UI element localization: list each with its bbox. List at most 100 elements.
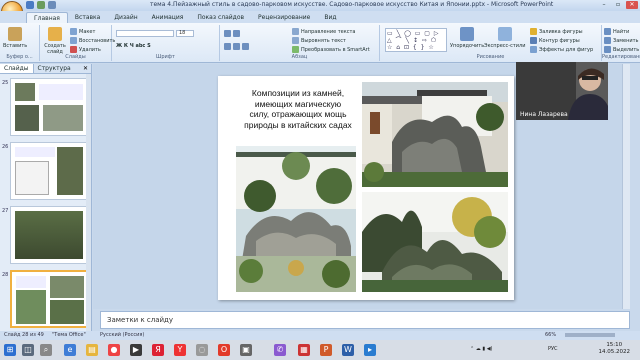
layout-button[interactable]: Макет [70, 28, 95, 35]
replace-button[interactable]: Заменить [604, 37, 639, 44]
zoom-level[interactable]: 66% [545, 332, 556, 338]
tab-design[interactable]: Дизайн [107, 12, 144, 23]
close-button[interactable]: ✕ [626, 1, 638, 9]
photo-rock-courtyard[interactable] [362, 82, 508, 187]
rock-garden-image [362, 192, 508, 292]
title-bar: тема 4.Пейзажный стиль в садово-парковом… [0, 0, 640, 23]
shapes-gallery[interactable]: ▭ ╲ ◯ ▭ ▢ ▷ △ ⌒ ╲ ↕ ⇨ ⬠ ☆ ⌂ ⊡ { } ☆ [385, 28, 447, 52]
tray-icons[interactable]: ⌃ ☁ ▮ ◀) [470, 346, 493, 352]
reset-icon [70, 37, 77, 44]
windows-start-icon[interactable]: ⊞ [4, 344, 16, 356]
font-name-field[interactable] [116, 30, 174, 37]
main-scrollbar[interactable] [622, 64, 630, 309]
bold-button[interactable]: Ж К Ч abc S [116, 43, 151, 49]
app-icon-2[interactable]: ▣ [240, 344, 252, 356]
task-view-icon[interactable]: ◫ [22, 344, 34, 356]
close-icon[interactable]: ✕ [80, 64, 91, 73]
cursor-icon [604, 46, 611, 53]
window-title: тема 4.Пейзажный стиль в садово-парковом… [150, 1, 554, 8]
video-call-tile[interactable]: Нина Лазарева [516, 62, 608, 120]
tab-outline[interactable]: Структура [34, 64, 75, 73]
yandex-icon[interactable]: Я [152, 344, 164, 356]
panel-scrollbar[interactable] [86, 74, 91, 331]
window-controls: – ▫ ✕ [598, 1, 638, 9]
find-button[interactable]: Найти [604, 28, 629, 35]
quick-styles-button[interactable]: Экспресс-стили [484, 27, 525, 49]
app-icon-3[interactable]: ▦ [298, 344, 310, 356]
slide-thumbnail-25[interactable] [10, 78, 88, 136]
slide-thumbnail-27[interactable] [10, 206, 88, 264]
replace-icon [604, 37, 611, 44]
opera-icon[interactable]: O [218, 344, 230, 356]
group-font: 18 Ж К Ч abc S Шрифт [112, 25, 220, 61]
garden-wall-image [236, 146, 356, 292]
align-text-button[interactable]: Выровнять текст [292, 37, 346, 44]
tab-insert[interactable]: Вставка [68, 12, 107, 23]
reset-button[interactable]: Восстановить [70, 37, 115, 44]
align-left-icon [224, 43, 231, 50]
tab-slides[interactable]: Слайды [0, 64, 34, 73]
shape-outline-button[interactable]: Контур фигуры [530, 37, 580, 44]
media-icon[interactable]: ▶ [130, 344, 142, 356]
taskbar: ⊞ ◫ ⌕ e ▤ ● ▶ Я Y ◌ O ▣ ✆ ▦ P W ▸ ⌃ ☁ ▮ … [0, 340, 640, 360]
word-icon[interactable]: W [342, 344, 354, 356]
group-slides: Создать слайд Макет Восстановить Удалить… [40, 25, 115, 61]
bullets-icon [224, 30, 231, 37]
align-buttons[interactable] [224, 43, 249, 50]
photo-rock-garden[interactable] [362, 192, 508, 292]
search-icon[interactable]: ⌕ [40, 344, 52, 356]
new-slide-button[interactable]: Создать слайд [43, 27, 67, 55]
tab-slideshow[interactable]: Показ слайдов [190, 12, 251, 23]
app-icon[interactable]: ◌ [196, 344, 208, 356]
yandex-browser-icon[interactable]: Y [174, 344, 186, 356]
bullets-button[interactable] [224, 30, 240, 37]
notes-placeholder: Заметки к слайду [107, 316, 174, 324]
arrange-button[interactable]: Упорядочить [450, 27, 484, 49]
font-size-field[interactable]: 18 [176, 30, 194, 37]
edge-icon[interactable]: e [64, 344, 76, 356]
clock-time: 15:10 [606, 342, 623, 348]
tab-animation[interactable]: Анимация [145, 12, 191, 23]
current-slide[interactable]: Композиции из камней, имеющих магическую… [218, 76, 514, 300]
photo-garden-wall[interactable] [236, 146, 356, 292]
input-language[interactable]: РУС [548, 346, 558, 352]
slides-panel: Слайды Структура ✕ 25 26 27 28 [0, 64, 92, 331]
select-button[interactable]: Выделить [604, 46, 639, 53]
language-indicator[interactable]: Русский (Россия) [100, 332, 144, 338]
outline-icon [530, 37, 537, 44]
slide-thumbnail-28[interactable] [10, 270, 88, 328]
arrange-icon [460, 27, 475, 41]
chrome-icon[interactable]: ● [108, 344, 120, 356]
thumbnail-number: 25 [2, 80, 9, 86]
shape-effects-button[interactable]: Эффекты для фигур [530, 46, 593, 53]
smartart-icon [292, 46, 299, 53]
viber-icon[interactable]: ✆ [274, 344, 286, 356]
powerpoint-window: { "window": { "title": "тема 4.Пейзажный… [0, 0, 640, 360]
zoom-app-icon[interactable]: ▸ [364, 344, 376, 356]
delete-slide-button[interactable]: Удалить [70, 46, 101, 53]
maximize-button[interactable]: ▫ [612, 1, 624, 9]
powerpoint-icon[interactable]: P [320, 344, 332, 356]
zoom-slider[interactable] [565, 333, 615, 337]
slide-thumbnail-26[interactable] [10, 142, 88, 200]
undo-icon[interactable] [37, 1, 45, 9]
slide-title[interactable]: Композиции из камней, имеющих магическую… [244, 88, 352, 130]
smartart-button[interactable]: Преобразовать в SmartArt [292, 46, 370, 53]
slide-counter: Слайд 28 из 49 [4, 332, 44, 338]
text-direction-button[interactable]: Направление текста [292, 28, 355, 35]
tab-home[interactable]: Главная [26, 12, 68, 23]
minimize-button[interactable]: – [598, 1, 610, 9]
participant-name: Нина Лазарева [520, 111, 568, 118]
notes-pane[interactable]: Заметки к слайду [100, 311, 630, 329]
clock[interactable]: 15:10 14.05.2022 [599, 342, 631, 356]
tab-view[interactable]: Вид [317, 12, 343, 23]
shape-fill-button[interactable]: Заливка фигуры [530, 28, 583, 35]
file-explorer-icon[interactable]: ▤ [86, 344, 98, 356]
status-bar: Слайд 28 из 49 "Тема Office" Русский (Ро… [0, 331, 640, 340]
tab-review[interactable]: Рецензирование [251, 12, 317, 23]
thumbnail-number: 26 [2, 144, 9, 150]
save-icon[interactable] [26, 1, 34, 9]
redo-icon[interactable] [48, 1, 56, 9]
delete-icon [70, 46, 77, 53]
paste-button[interactable]: Вставить [3, 27, 27, 49]
